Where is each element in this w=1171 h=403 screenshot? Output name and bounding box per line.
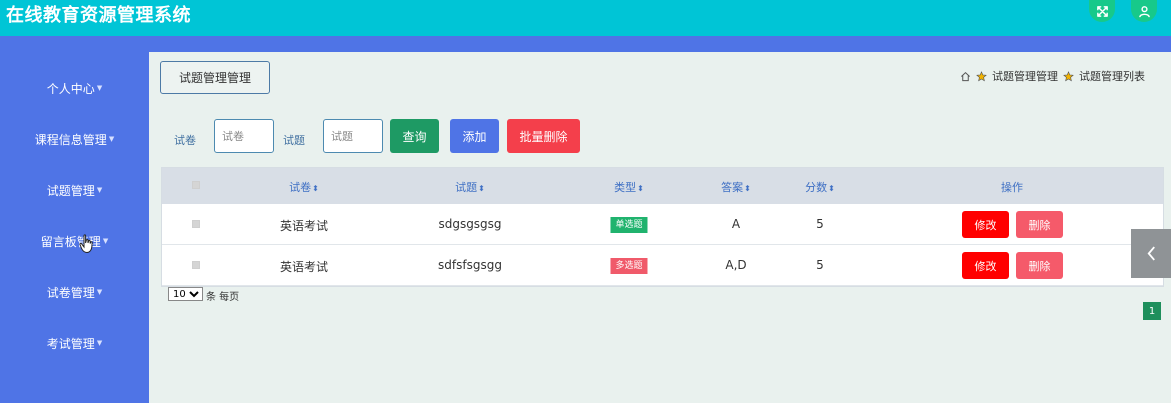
search-button[interactable]: 查询 (390, 119, 439, 153)
cell-answer: A (731, 217, 741, 231)
type-badge: 单选题 (610, 217, 648, 233)
page-size-label: 条 每页 (206, 292, 240, 303)
row-checkbox[interactable] (192, 220, 200, 228)
type-badge: 多选题 (610, 258, 648, 274)
delete-button[interactable]: 删除 (1016, 252, 1063, 279)
sidebar-item-papers[interactable]: 试卷管理 ▼ (0, 277, 149, 307)
user-icon[interactable] (1131, 0, 1157, 22)
sidebar-item-label: 课程信息管理 (34, 132, 107, 147)
main-content: 试题管理管理 试题管理管理 试题管理列表 试卷 试题 查询 添加 批量删除 试卷… (149, 52, 1171, 403)
sidebar: 个人中心 ▼ 课程信息管理 ▼ 试题管理 ▼ 留言板管理 ▼ 试卷管理 ▼ 考试管理 ▼ (0, 52, 149, 403)
table-row: 英语考试 sdgsgsgsg 单选题 A 5 修改 删除 (162, 204, 1163, 245)
caret-down-icon: ▼ (96, 84, 103, 92)
edit-button[interactable]: 修改 (962, 211, 1009, 238)
sort-icon: ⬍ (828, 184, 835, 193)
page-number-button[interactable]: 1 (1143, 302, 1161, 320)
top-header: 在线教育资源管理系统 (0, 0, 1171, 36)
paper-filter-label: 试卷 (174, 134, 196, 147)
cell-paper: 英语考试 (279, 219, 329, 233)
header-stripe (0, 36, 1171, 52)
cell-score: 5 (816, 258, 824, 272)
sidebar-item-messages[interactable]: 留言板管理 ▼ (0, 226, 149, 256)
breadcrumb: 试题管理管理 试题管理列表 (960, 68, 1145, 84)
delete-button[interactable]: 删除 (1016, 211, 1063, 238)
question-search-input[interactable] (323, 119, 383, 153)
breadcrumb-item: 试题管理列表 (1079, 70, 1145, 83)
sidebar-item-label: 试卷管理 (46, 285, 95, 300)
hand-cursor-icon (79, 234, 93, 254)
collapse-panel-button[interactable] (1131, 229, 1171, 278)
page-size-select[interactable]: 10 (168, 287, 203, 301)
chevron-left-icon (1147, 246, 1155, 261)
column-header-label: 试卷 (289, 181, 312, 194)
column-header-answer[interactable]: 答案⬍ (721, 179, 751, 195)
column-header-score[interactable]: 分数⬍ (805, 179, 835, 195)
column-header-label: 类型 (614, 181, 637, 194)
caret-down-icon: ▼ (102, 237, 109, 245)
star-icon (976, 70, 987, 81)
sort-icon: ⬍ (637, 184, 644, 193)
column-header-paper[interactable]: 试卷⬍ (289, 179, 319, 195)
sidebar-item-exams[interactable]: 考试管理 ▼ (0, 328, 149, 358)
sidebar-item-label: 个人中心 (46, 81, 95, 96)
app-title: 在线教育资源管理系统 (6, 5, 191, 26)
table-header: 试卷⬍ 试题⬍ 类型⬍ 答案⬍ 分数⬍ 操作 (162, 168, 1163, 204)
caret-down-icon: ▼ (96, 339, 103, 347)
caret-down-icon: ▼ (108, 135, 115, 143)
column-header-actions: 操作 (1001, 181, 1023, 194)
cell-answer: A,D (725, 258, 747, 272)
add-button[interactable]: 添加 (450, 119, 499, 153)
cell-paper: 英语考试 (279, 260, 329, 274)
questions-table: 试卷⬍ 试题⬍ 类型⬍ 答案⬍ 分数⬍ 操作 英语考试 sdgsgsgsg 单选… (161, 167, 1164, 287)
cell-score: 5 (816, 217, 824, 231)
cell-question: sdfsfsgsgg (438, 258, 502, 272)
batch-delete-button[interactable]: 批量删除 (507, 119, 580, 153)
sort-icon: ⬍ (744, 184, 751, 193)
column-header-label: 答案 (721, 181, 744, 194)
column-header-type[interactable]: 类型⬍ (614, 179, 644, 195)
column-header-label: 试题 (455, 181, 478, 194)
caret-down-icon: ▼ (96, 288, 103, 296)
sidebar-item-course[interactable]: 课程信息管理 ▼ (0, 124, 149, 154)
paper-search-input[interactable] (214, 119, 274, 153)
table-row: 英语考试 sdfsfsgsgg 多选题 A,D 5 修改 删除 (162, 245, 1163, 286)
cell-question: sdgsgsgsg (438, 217, 502, 231)
column-header-label: 分数 (805, 181, 828, 194)
row-checkbox[interactable] (192, 261, 200, 269)
select-all-checkbox[interactable] (192, 181, 200, 189)
sort-icon: ⬍ (312, 184, 319, 193)
edit-button[interactable]: 修改 (962, 252, 1009, 279)
column-header-question[interactable]: 试题⬍ (455, 179, 485, 195)
sort-icon: ⬍ (478, 184, 485, 193)
sidebar-item-label: 试题管理 (46, 183, 95, 198)
sidebar-item-profile[interactable]: 个人中心 ▼ (0, 73, 149, 103)
expand-icon[interactable] (1089, 0, 1115, 22)
caret-down-icon: ▼ (96, 186, 103, 194)
page-title: 试题管理管理 (160, 61, 270, 94)
breadcrumb-item[interactable]: 试题管理管理 (992, 68, 1058, 84)
sidebar-item-label: 考试管理 (46, 336, 95, 351)
home-icon (961, 71, 970, 81)
star-icon (1063, 70, 1074, 81)
question-filter-label: 试题 (283, 134, 305, 147)
sidebar-item-questions[interactable]: 试题管理 ▼ (0, 175, 149, 205)
